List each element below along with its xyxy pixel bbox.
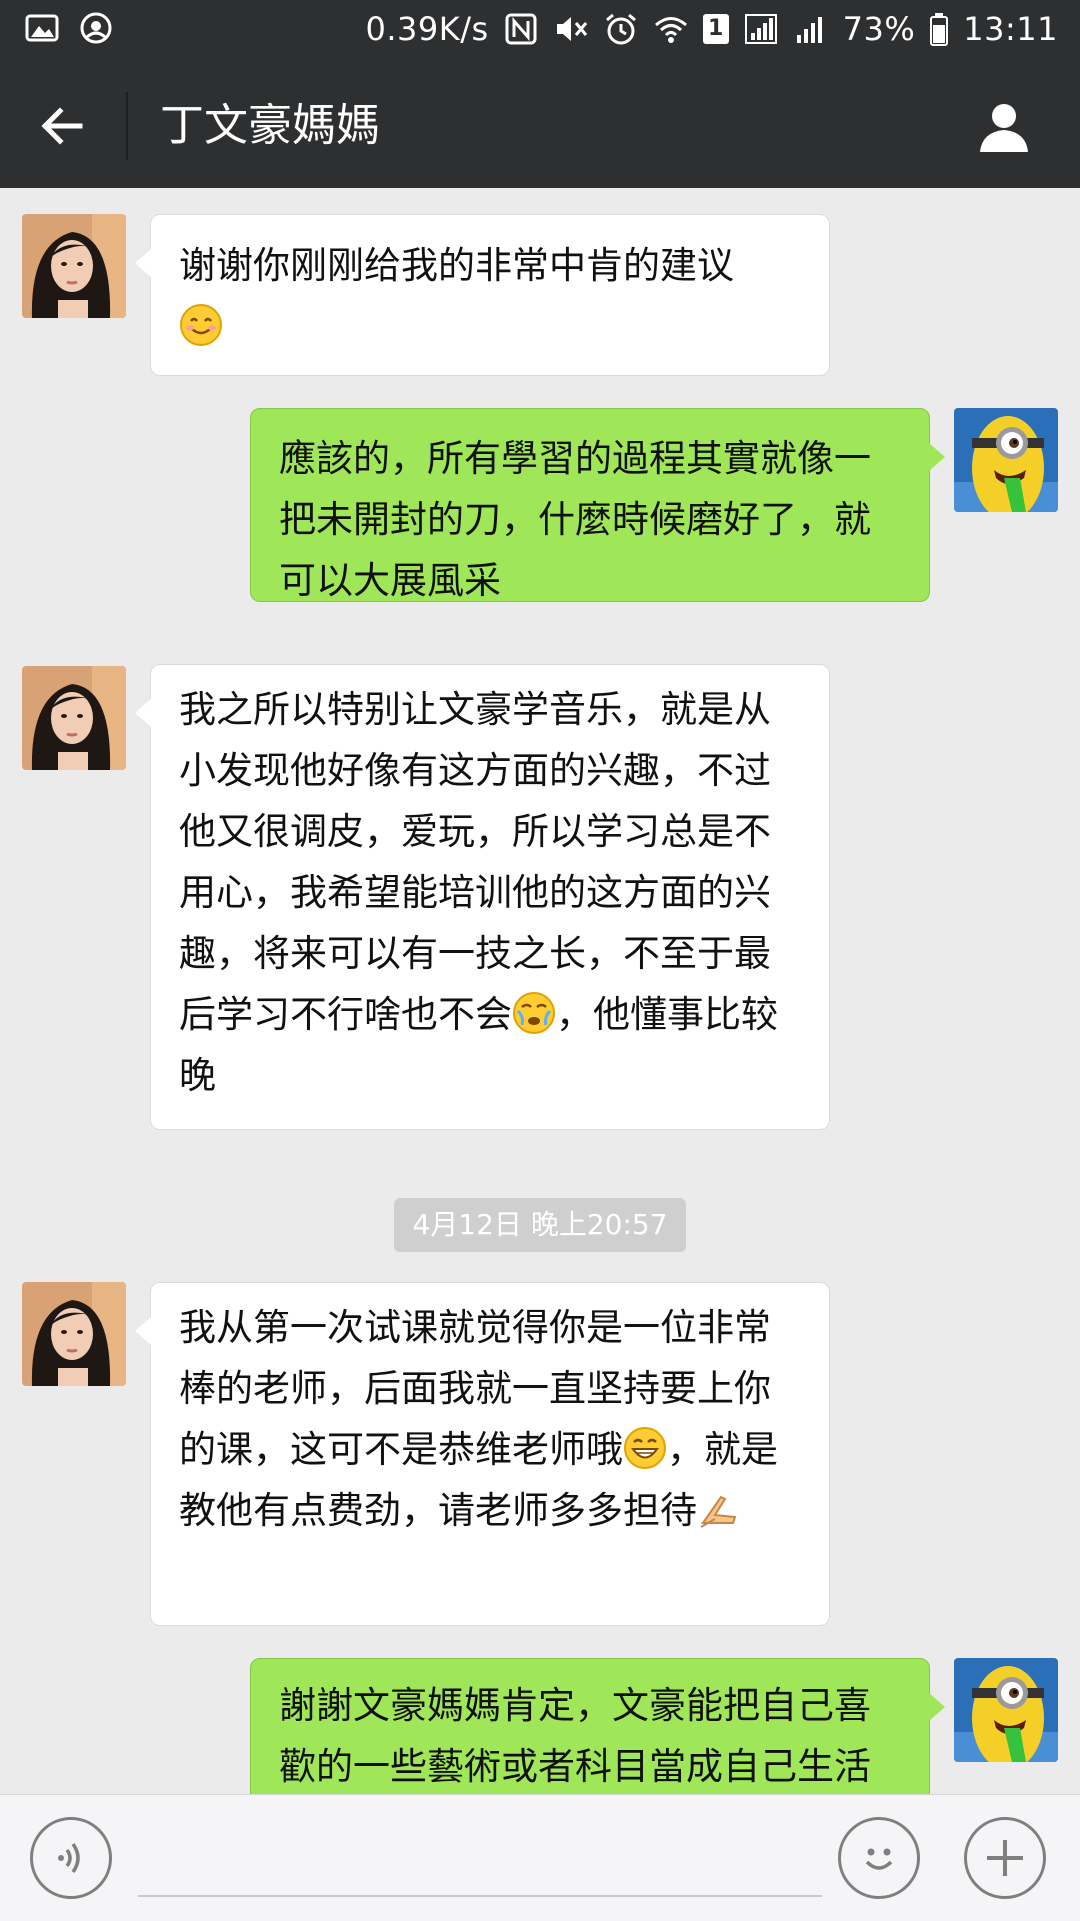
facepalm-face-icon bbox=[513, 992, 555, 1034]
my-avatar[interactable] bbox=[954, 1658, 1058, 1762]
input-bar bbox=[0, 1794, 1080, 1921]
message-text-part-1: 我之所以特别让文豪学音乐，就是从小发现他好像有这方面的兴趣，不过他又很调皮，爱玩… bbox=[179, 688, 771, 1036]
profile-button[interactable] bbox=[968, 90, 1040, 162]
clock: 13:11 bbox=[963, 10, 1058, 48]
bubble-tail bbox=[929, 443, 945, 471]
status-left-icons bbox=[24, 10, 114, 46]
folded-hands-icon bbox=[700, 1495, 737, 1528]
header-divider bbox=[126, 92, 128, 160]
message-bubble-incoming[interactable]: 我之所以特别让文豪学音乐，就是从小发现他好像有这方面的兴趣，不过他又很调皮，爱玩… bbox=[135, 664, 830, 1130]
wifi-icon bbox=[654, 17, 687, 43]
signal-icon bbox=[744, 14, 777, 44]
emoji-button[interactable] bbox=[838, 1817, 920, 1899]
grinning-face-icon bbox=[624, 1427, 666, 1469]
nfc-icon bbox=[505, 13, 537, 45]
plus-icon bbox=[987, 1840, 1023, 1876]
more-button[interactable] bbox=[964, 1817, 1046, 1899]
chat-header: 丁文豪媽媽 bbox=[0, 64, 1080, 188]
message-bubble-outgoing[interactable]: 謝謝文豪媽媽肯定，文豪能把自己喜歡的一些藝術或者科目當成自己生活 bbox=[250, 1658, 945, 1794]
my-avatar[interactable] bbox=[954, 408, 1058, 512]
message-text: 謝謝文豪媽媽肯定，文豪能把自己喜歡的一些藝術或者科目當成自己生活 bbox=[279, 1684, 871, 1788]
timestamp-badge: 4月12日 晚上20:57 bbox=[394, 1198, 686, 1252]
bubble-tail bbox=[929, 1693, 945, 1721]
contact-avatar[interactable] bbox=[22, 214, 126, 318]
status-bar: 0.39K/s 1 73% 13:11 bbox=[0, 0, 1080, 64]
message-text: 谢谢你刚刚给我的非常中肯的建议 bbox=[179, 244, 734, 287]
bubble-tail bbox=[135, 249, 151, 277]
back-button[interactable] bbox=[26, 90, 98, 162]
image-icon bbox=[25, 14, 59, 42]
at-sign-icon bbox=[80, 12, 112, 44]
network-speed: 0.39K/s bbox=[365, 10, 489, 48]
message-text-inline: 我之所以特别让文豪学音乐，就是从小发现他好像有这方面的兴趣，不过他又很调皮，爱玩… bbox=[179, 688, 778, 1097]
voice-button[interactable] bbox=[30, 1817, 112, 1899]
bubble-tail bbox=[135, 1317, 151, 1345]
message-input[interactable] bbox=[138, 1827, 822, 1897]
woman-portrait-icon bbox=[22, 666, 126, 770]
signal-icon-2 bbox=[796, 17, 822, 43]
message-bubble-incoming[interactable]: 我从第一次试课就觉得你是一位非常棒的老师，后面我就一直坚持要上你的课，这可不是恭… bbox=[135, 1282, 830, 1626]
profile-icon bbox=[980, 104, 1028, 152]
minion-avatar-icon bbox=[954, 408, 1058, 512]
contact-avatar[interactable] bbox=[22, 666, 126, 770]
emoji-face-icon bbox=[865, 1848, 893, 1870]
mute-icon bbox=[556, 17, 587, 41]
chat-area[interactable]: 谢谢你刚刚给我的非常中肯的建议 應該的，所有學習的過程其實就像一把未開封的刀，什… bbox=[0, 188, 1080, 1794]
chat-title: 丁文豪媽媽 bbox=[160, 100, 380, 151]
woman-portrait-icon bbox=[22, 1282, 126, 1386]
message-text: 應該的，所有學習的過程其實就像一把未開封的刀，什麼時候磨好了，就可以大展風采 bbox=[279, 437, 871, 602]
battery-icon bbox=[930, 13, 949, 46]
bubble-tail bbox=[135, 699, 151, 727]
woman-portrait-icon bbox=[22, 214, 126, 318]
contact-avatar[interactable] bbox=[22, 1282, 126, 1386]
message-bubble-outgoing[interactable]: 應該的，所有學習的過程其實就像一把未開封的刀，什麼時候磨好了，就可以大展風采 bbox=[250, 408, 945, 602]
minion-avatar-icon bbox=[954, 1658, 1058, 1762]
smiling-face-icon bbox=[180, 304, 222, 346]
voice-icon bbox=[58, 1842, 80, 1874]
back-arrow-icon bbox=[41, 107, 83, 145]
battery-percent: 73% bbox=[842, 10, 916, 48]
message-text-inline: 我从第一次试课就觉得你是一位非常棒的老师，后面我就一直坚持要上你的课，这可不是恭… bbox=[179, 1306, 778, 1532]
status-right-icons: 0.39K/s 1 73% 13:11 bbox=[365, 10, 1058, 48]
alarm-icon bbox=[605, 13, 636, 45]
message-bubble-incoming[interactable]: 谢谢你刚刚给我的非常中肯的建议 bbox=[135, 214, 830, 376]
sim-badge: 1 bbox=[702, 14, 729, 44]
